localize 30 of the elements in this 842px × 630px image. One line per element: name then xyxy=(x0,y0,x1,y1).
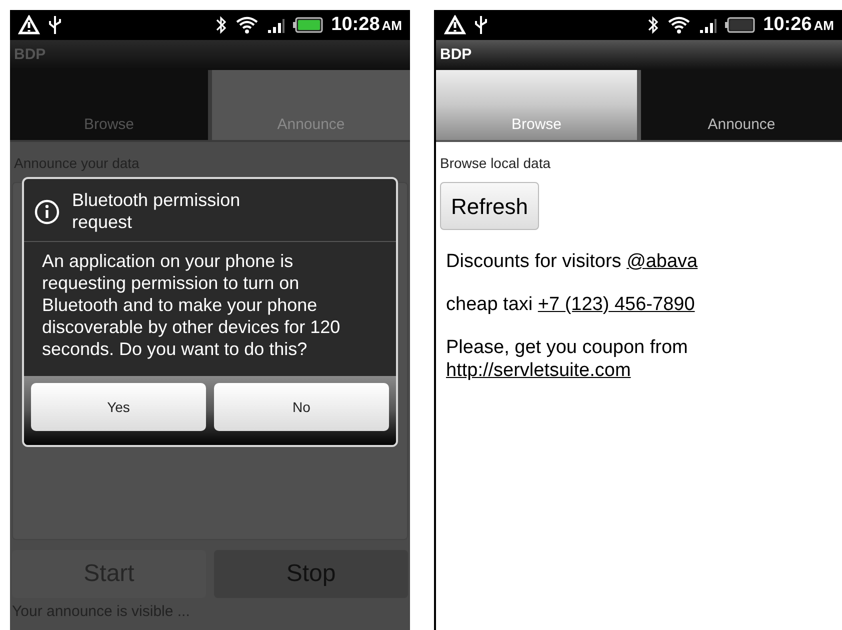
warning-icon xyxy=(18,15,40,35)
status-time: 10:26 xyxy=(763,12,812,37)
usb-icon xyxy=(48,14,62,36)
signal-icon xyxy=(267,16,286,34)
status-ampm: AM xyxy=(814,16,834,35)
dialog-title: Bluetooth permission request xyxy=(72,189,242,233)
usb-icon xyxy=(474,14,488,36)
wifi-icon xyxy=(235,15,260,35)
bluetooth-icon xyxy=(647,15,660,35)
item-link[interactable]: +7 (123) 456-7890 xyxy=(538,294,695,315)
wifi-icon xyxy=(667,15,692,35)
data-item: cheap taxi +7 (123) 456-7890 xyxy=(445,293,696,316)
subtitle: Browse local data xyxy=(440,155,551,171)
status-time: 10:28 xyxy=(331,12,380,37)
item-link[interactable]: @abava xyxy=(626,251,698,272)
data-item: Discounts for visitors @abava xyxy=(445,250,699,273)
warning-icon xyxy=(444,15,466,35)
signal-icon xyxy=(699,16,718,34)
dialog-message: An application on your phone is requesting permission to turn on Bluetooth and to make your phone discoverable by other devices for 120 seconds. Do you want to do this? xyxy=(42,250,342,360)
app-title: BDP xyxy=(440,44,472,65)
yes-button[interactable]: Yes xyxy=(31,383,206,431)
status-ampm: AM xyxy=(382,16,402,35)
tab[interactable]: Announce xyxy=(641,70,842,140)
info-icon xyxy=(34,199,60,225)
app-title: BDP xyxy=(14,44,46,65)
item-link[interactable]: http://servletsuite.com xyxy=(446,360,631,381)
data-item: Please, get you coupon from http://servletsuite.com xyxy=(445,336,689,382)
no-button[interactable]: No xyxy=(214,383,389,431)
refresh-button[interactable]: Refresh xyxy=(440,182,540,230)
bluetooth-icon xyxy=(215,15,228,35)
